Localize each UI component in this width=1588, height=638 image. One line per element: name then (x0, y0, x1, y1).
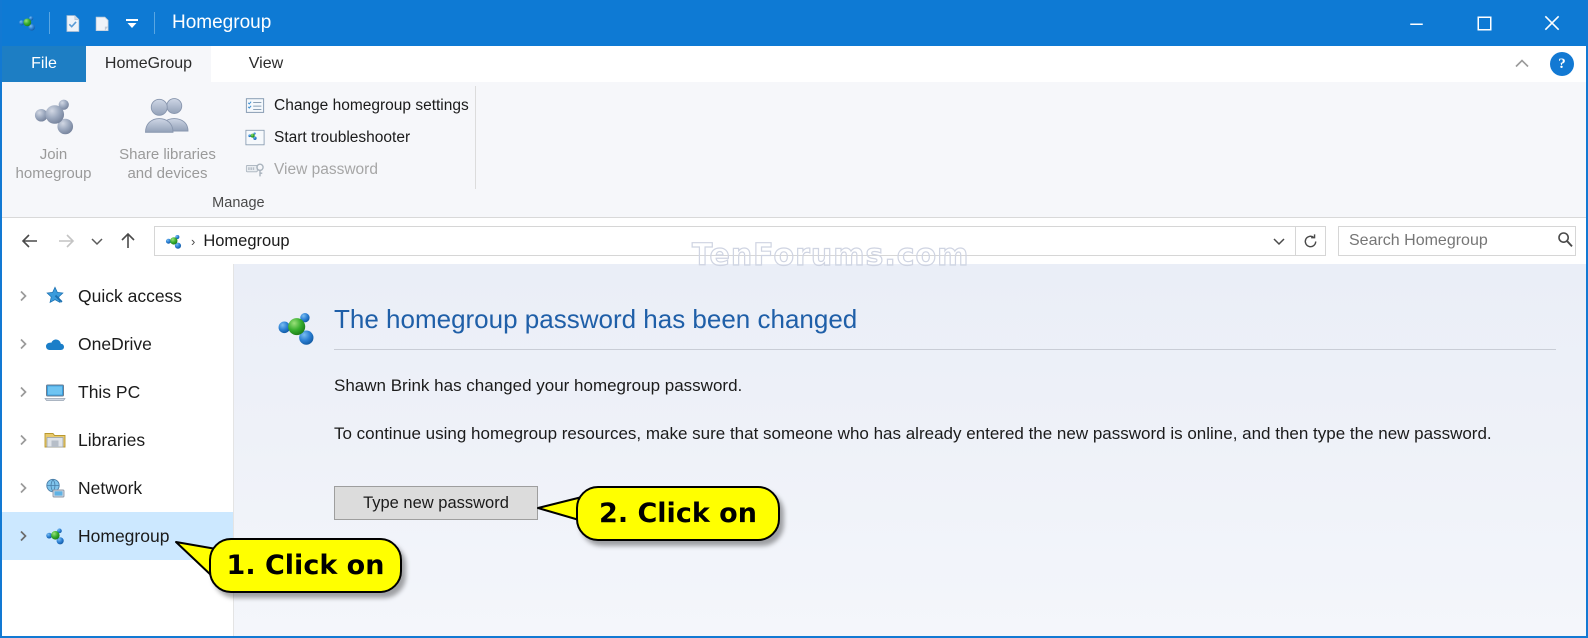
help-button[interactable]: ? (1550, 52, 1574, 76)
star-pin-icon (40, 285, 70, 307)
callout-step-1: 1. Click on (209, 538, 402, 593)
view-password-label: View password (274, 161, 378, 178)
close-icon[interactable] (1518, 0, 1586, 46)
sidebar-item-network[interactable]: Network (2, 464, 233, 512)
settings-list-icon (244, 95, 266, 117)
window-controls (1382, 0, 1586, 46)
quick-access-toolbar (2, 0, 162, 46)
chevron-up-icon[interactable] (1508, 50, 1536, 78)
ribbon-group-divider (474, 86, 476, 189)
start-troubleshooter-button[interactable]: Start troubleshooter (238, 124, 475, 152)
search-input[interactable] (1349, 232, 1556, 250)
chevron-right-icon[interactable] (10, 386, 36, 398)
breadcrumb-separator: › (191, 233, 196, 249)
up-arrow-icon[interactable] (110, 223, 146, 259)
ribbon-tab-bar-actions: ? (1508, 46, 1586, 82)
join-homegroup-label-1: Join (39, 146, 68, 163)
customize-dropdown-icon[interactable] (117, 8, 147, 38)
breadcrumb-item-homegroup[interactable]: Homegroup (203, 232, 289, 251)
homegroup-icon (244, 127, 266, 149)
change-homegroup-settings-button[interactable]: Change homegroup settings (238, 92, 475, 120)
sidebar-item-homegroup[interactable]: Homegroup (2, 512, 233, 560)
start-troubleshooter-label: Start troubleshooter (274, 129, 411, 146)
share-libraries-label-2: and devices (127, 165, 208, 182)
address-bar: › Homegroup (2, 218, 1586, 264)
minimize-icon[interactable] (1382, 0, 1450, 46)
content-header: The homegroup password has been changed (274, 304, 1586, 350)
homegroup-icon (163, 231, 183, 251)
sidebar-item-quick-access[interactable]: Quick access (2, 272, 233, 320)
search-box[interactable] (1338, 226, 1576, 256)
cloud-icon (40, 332, 70, 356)
paragraph-instructions: To continue using homegroup resources, m… (334, 424, 1492, 443)
chevron-right-icon[interactable] (10, 434, 36, 446)
window-title: Homegroup (172, 12, 272, 33)
forward-arrow-icon[interactable] (48, 223, 84, 259)
users-icon (143, 90, 193, 142)
callout-step-2: 2. Click on (576, 486, 780, 541)
search-icon[interactable] (1556, 230, 1574, 253)
divider (334, 349, 1556, 350)
ribbon-tab-bar: File HomeGroup View ? (2, 46, 1586, 82)
new-folder-icon[interactable] (87, 8, 117, 38)
title-bar: Homegroup (2, 0, 1586, 46)
breadcrumb[interactable]: › Homegroup (154, 226, 1296, 256)
navigation-pane: Quick access OneDrive This PC Libraries … (2, 264, 234, 636)
back-arrow-icon[interactable] (12, 223, 48, 259)
divider (154, 12, 155, 34)
chevron-right-icon[interactable] (10, 290, 36, 302)
recent-locations-chevron-down-icon[interactable] (84, 223, 110, 259)
homegroup-icon[interactable] (12, 8, 42, 38)
key-icon (244, 159, 266, 181)
sidebar-item-label: Libraries (78, 429, 146, 450)
page-title: The homegroup password has been changed (334, 304, 858, 334)
homegroup-icon (40, 525, 70, 547)
sidebar-item-label: This PC (78, 381, 141, 402)
view-password-button[interactable]: View password (238, 156, 475, 184)
join-homegroup-button[interactable]: Join homegroup (2, 82, 105, 183)
sidebar-item-label: Quick access (78, 285, 183, 306)
monitor-icon (40, 380, 70, 404)
content-pane: The homegroup password has been changed … (234, 264, 1586, 636)
maximize-icon[interactable] (1450, 0, 1518, 46)
tab-file[interactable]: File (2, 46, 86, 82)
network-icon (40, 476, 70, 500)
paragraph-password-changed: Shawn Brink has changed your homegroup p… (334, 376, 743, 395)
tab-homegroup[interactable]: HomeGroup (86, 46, 211, 82)
chevron-right-icon[interactable] (10, 530, 36, 542)
chevron-right-icon[interactable] (10, 482, 36, 494)
tab-view[interactable]: View (211, 46, 321, 82)
ribbon: Join homegroup Share libraries and devic… (2, 82, 1586, 218)
share-libraries-and-devices-button[interactable]: Share libraries and devices (105, 82, 230, 183)
properties-icon[interactable] (57, 8, 87, 38)
type-new-password-button[interactable]: Type new password (334, 486, 538, 520)
change-homegroup-settings-label: Change homegroup settings (274, 97, 469, 114)
chevron-down-icon[interactable] (1263, 227, 1295, 255)
ribbon-group-manage: Join homegroup Share libraries and devic… (2, 82, 475, 217)
join-homegroup-label-2: homegroup (15, 165, 92, 182)
sidebar-item-onedrive[interactable]: OneDrive (2, 320, 233, 368)
chevron-right-icon[interactable] (10, 338, 36, 350)
homegroup-icon (274, 306, 318, 350)
sidebar-item-label: Network (78, 477, 143, 498)
homegroup-icon (30, 90, 78, 142)
file-explorer-window: Homegroup File HomeGroup View ? Join hom… (0, 0, 1588, 638)
ribbon-group-label: Manage (212, 195, 265, 211)
refresh-icon[interactable] (1296, 226, 1326, 256)
sidebar-item-libraries[interactable]: Libraries (2, 416, 233, 464)
divider (49, 12, 50, 34)
share-libraries-label-1: Share libraries (119, 146, 216, 163)
sidebar-item-this-pc[interactable]: This PC (2, 368, 233, 416)
libraries-folder-icon (40, 428, 70, 452)
ribbon-small-buttons: Change homegroup settings Start troubles… (230, 82, 475, 184)
sidebar-item-label: Homegroup (78, 525, 170, 546)
sidebar-item-label: OneDrive (78, 333, 152, 354)
